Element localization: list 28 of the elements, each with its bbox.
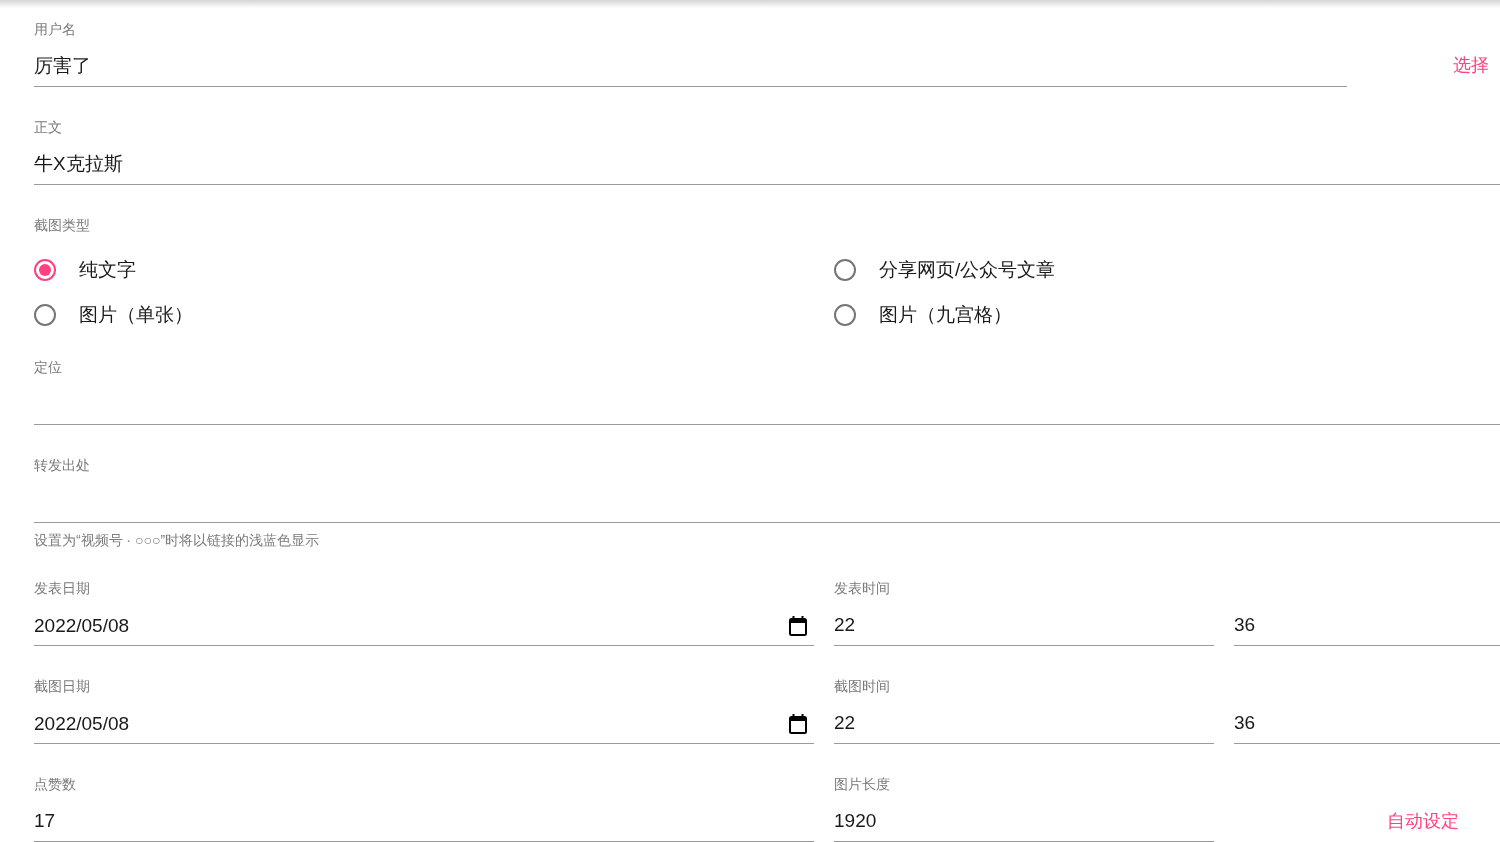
field-label: 截图时间: [834, 677, 891, 696]
text-field[interactable]: 厉害了: [34, 39, 1347, 87]
helper-text: 设置为“视频号 · ○○○”时将以链接的浅蓝色显示: [34, 531, 321, 549]
field-label: 截图日期: [34, 677, 91, 696]
date-field[interactable]: 2022/05/08: [34, 696, 814, 744]
radio-option[interactable]: 图片（九宫格）: [834, 301, 1012, 328]
calendar-icon: [789, 714, 807, 734]
field-label: 发表时间: [834, 579, 891, 598]
field-label: 转发出处: [34, 456, 91, 475]
hour-field[interactable]: 22: [834, 696, 1214, 744]
date-field[interactable]: 2022/05/08: [34, 598, 814, 646]
field-label: 定位: [34, 358, 63, 377]
number-field[interactable]: 1920: [834, 794, 1214, 842]
calendar-icon: [789, 616, 807, 636]
field-label: 发表日期: [34, 579, 91, 598]
minute-field[interactable]: 36: [1234, 696, 1500, 744]
hour-field[interactable]: 22: [834, 598, 1214, 646]
radio-option[interactable]: 纯文字: [34, 256, 136, 283]
minute-field[interactable]: 36: [1234, 598, 1500, 646]
field-label: 用户名: [34, 20, 77, 39]
field-label: 正文: [34, 118, 63, 137]
text-field[interactable]: 牛X克拉斯: [34, 137, 1500, 185]
field-label: 点赞数: [34, 775, 77, 794]
number-field[interactable]: 17: [34, 794, 814, 842]
radio-option[interactable]: 图片（单张）: [34, 301, 193, 328]
field-label: 截图类型: [34, 216, 91, 235]
radio-option[interactable]: 分享网页/公众号文章: [834, 256, 1056, 283]
field-label: 图片长度: [834, 775, 891, 794]
